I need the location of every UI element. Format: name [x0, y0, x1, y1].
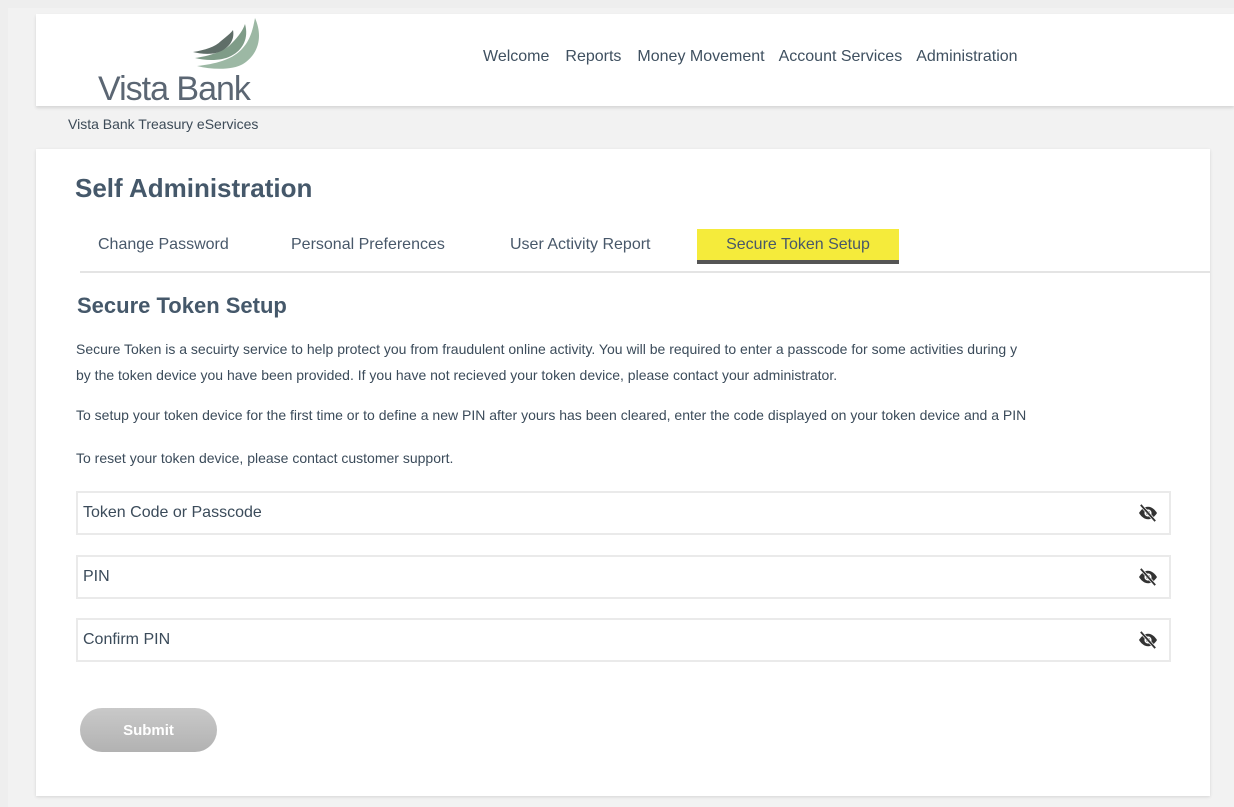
vista-bank-logo[interactable]: Vista Bank	[98, 16, 268, 108]
nav-account-services[interactable]: Account Services	[779, 48, 903, 66]
main-nav: Welcome Reports Money Movement Account S…	[483, 48, 1034, 66]
intro-text-line-2: by the token device you have been provid…	[76, 367, 838, 383]
tab-bar: Change Password Personal Preferences Use…	[80, 229, 1210, 273]
site-subtitle: Vista Bank Treasury eServices	[68, 116, 259, 132]
wing-logo-icon	[193, 18, 259, 69]
token-code-field	[76, 491, 1171, 535]
pin-field	[76, 555, 1171, 599]
confirm-pin-field	[76, 618, 1171, 662]
token-code-input[interactable]	[78, 493, 1123, 533]
nav-money-movement[interactable]: Money Movement	[637, 48, 764, 66]
header: Vista Bank Welcome Reports Money Movemen…	[36, 14, 1234, 108]
nav-administration[interactable]: Administration	[916, 48, 1017, 66]
section-title: Secure Token Setup	[77, 293, 287, 318]
eye-slash-icon[interactable]	[1137, 568, 1159, 586]
logo-wordmark: Vista Bank	[98, 70, 251, 108]
submit-button[interactable]: Submit	[80, 708, 217, 752]
eye-slash-icon[interactable]	[1137, 631, 1159, 649]
tab-user-activity-report[interactable]: User Activity Report	[510, 229, 650, 269]
eye-slash-icon[interactable]	[1137, 504, 1159, 522]
nav-welcome[interactable]: Welcome	[483, 48, 549, 66]
page-title: Self Administration	[75, 173, 313, 203]
intro-text-line-1: Secure Token is a secuirty service to he…	[76, 341, 1018, 357]
setup-instructions: To setup your token device for the first…	[76, 407, 1027, 423]
content-card: Self Administration Change Password Pers…	[36, 149, 1210, 796]
tab-change-password[interactable]: Change Password	[98, 229, 229, 269]
reset-instructions: To reset your token device, please conta…	[76, 450, 454, 466]
tab-personal-preferences[interactable]: Personal Preferences	[291, 229, 445, 269]
confirm-pin-input[interactable]	[78, 620, 1123, 660]
tab-secure-token-setup[interactable]: Secure Token Setup	[697, 229, 899, 264]
nav-reports[interactable]: Reports	[565, 48, 621, 66]
pin-input[interactable]	[78, 557, 1123, 597]
